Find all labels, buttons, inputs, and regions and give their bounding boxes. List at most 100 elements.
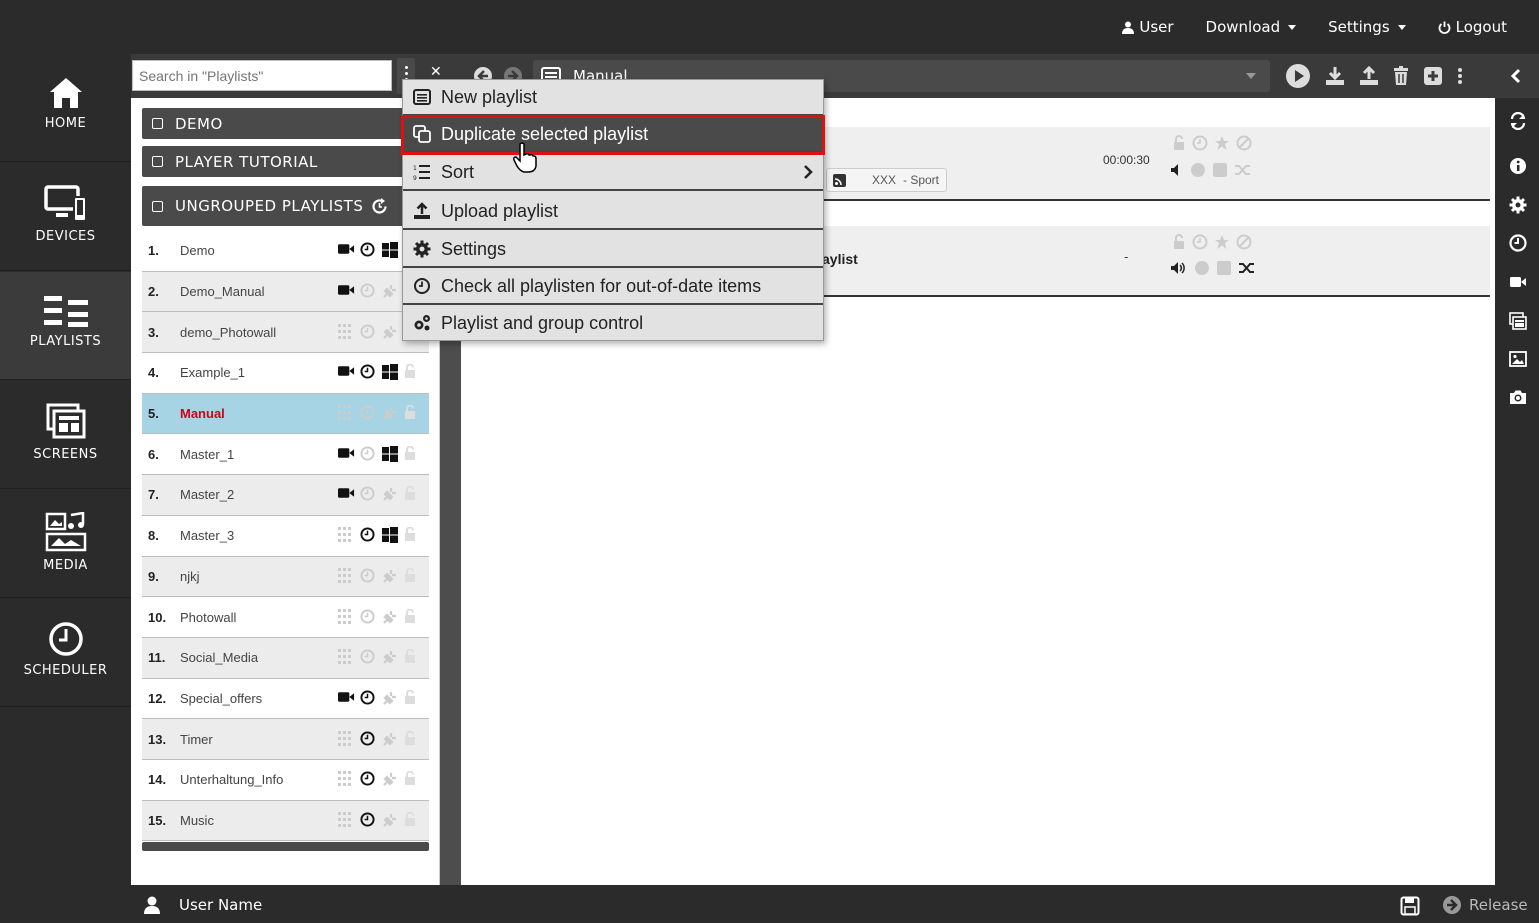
save-icon[interactable] — [1400, 896, 1420, 916]
video-camera-icon[interactable] — [338, 242, 355, 259]
lock-open-icon[interactable] — [404, 526, 421, 544]
ban-icon[interactable] — [1236, 135, 1252, 151]
settings-menu[interactable]: Settings — [1328, 18, 1406, 36]
user-menu[interactable]: User — [1122, 18, 1174, 36]
lock-open-icon[interactable] — [404, 770, 421, 788]
checkbox-icon[interactable] — [152, 200, 163, 212]
clock-icon[interactable] — [360, 242, 377, 259]
lock-open-icon[interactable] — [1172, 234, 1186, 250]
playlist-row[interactable]: 3. demo_Photowall — [142, 312, 429, 354]
checkbox-icon[interactable] — [152, 156, 163, 167]
plug-icon[interactable] — [382, 771, 399, 788]
more-vertical-icon[interactable] — [1457, 67, 1463, 85]
plug-icon[interactable] — [382, 568, 399, 585]
clock-icon[interactable] — [360, 486, 377, 503]
playlist-row[interactable]: 15. Music — [142, 800, 429, 842]
clock-icon[interactable] — [360, 771, 377, 788]
lock-open-icon[interactable] — [1172, 135, 1186, 151]
playlist-row[interactable]: 8. Master_3 — [142, 516, 429, 557]
group-player-tutorial[interactable]: PLAYER TUTORIAL — [142, 146, 429, 177]
grid-icon[interactable] — [338, 323, 355, 341]
nav-scheduler[interactable]: SCHEDULER — [0, 599, 131, 707]
video-camera-icon[interactable] — [338, 364, 355, 381]
lock-open-icon[interactable] — [404, 486, 421, 503]
plug-icon[interactable] — [382, 324, 399, 341]
clock-icon[interactable] — [360, 649, 377, 666]
clock-icon[interactable] — [360, 364, 377, 381]
clock-icon[interactable] — [1509, 234, 1527, 252]
release-button[interactable]: Release — [1442, 895, 1528, 915]
menu-upload-playlist[interactable]: Upload playlist — [403, 194, 823, 230]
plug-icon[interactable] — [382, 609, 399, 626]
playlist-row[interactable]: 2. Demo_Manual — [142, 271, 429, 313]
playlist-row[interactable]: 13. Timer — [142, 719, 429, 760]
lock-open-icon[interactable] — [404, 648, 421, 666]
star-icon[interactable] — [1214, 135, 1230, 151]
clock-icon[interactable] — [360, 731, 377, 748]
playlist-row[interactable]: 11. Social_Media — [142, 637, 429, 679]
plug-icon[interactable] — [382, 649, 399, 666]
windows-icon[interactable] — [382, 527, 399, 544]
plug-icon[interactable] — [382, 731, 399, 748]
menu-check-outdated[interactable]: Check all playlisten for out-of-date ite… — [403, 269, 823, 305]
plug-icon[interactable] — [382, 283, 399, 300]
nav-playlists[interactable]: PLAYLISTS — [0, 272, 131, 380]
windows-icon[interactable] — [382, 445, 399, 463]
grid-icon[interactable] — [338, 649, 355, 666]
download-icon[interactable] — [1325, 66, 1345, 86]
grid-icon[interactable] — [338, 811, 355, 829]
nav-home[interactable]: HOME — [0, 54, 131, 162]
clock-icon[interactable] — [360, 812, 377, 829]
info-icon[interactable] — [1509, 157, 1527, 175]
lock-open-icon[interactable] — [404, 608, 421, 626]
checkbox-icon[interactable] — [152, 118, 163, 129]
windows-icon[interactable] — [382, 364, 399, 381]
horizontal-scrollbar[interactable] — [142, 842, 429, 851]
playlist-row[interactable]: 1. Demo — [142, 231, 429, 272]
clock-icon[interactable] — [360, 405, 377, 422]
group-ungrouped[interactable]: UNGROUPED PLAYLISTS — [142, 186, 429, 226]
plug-icon[interactable] — [382, 812, 399, 829]
menu-settings[interactable]: Settings — [403, 232, 823, 268]
gear-icon[interactable] — [1509, 196, 1527, 214]
lock-open-icon[interactable] — [404, 567, 421, 585]
plug-icon[interactable] — [382, 690, 399, 707]
clock-icon[interactable] — [360, 609, 377, 626]
playlist-row-selected[interactable]: 5. Manual — [142, 393, 429, 435]
grid-icon[interactable] — [338, 527, 355, 544]
volume-high-icon[interactable] — [1170, 261, 1188, 275]
lock-open-icon[interactable] — [404, 811, 421, 829]
video-camera-icon[interactable] — [338, 446, 355, 463]
clock-icon[interactable] — [360, 446, 377, 463]
lock-open-icon[interactable] — [404, 689, 421, 707]
clock-icon[interactable] — [360, 690, 377, 707]
group-demo[interactable]: DEMO — [142, 108, 429, 139]
star-icon[interactable] — [1214, 234, 1230, 250]
nav-devices[interactable]: DEVICES — [0, 163, 131, 271]
play-icon[interactable] — [1285, 63, 1311, 89]
playlist-row[interactable]: 12. Special_offers — [142, 679, 429, 720]
playlist-row[interactable]: 14. Unterhaltung_Info — [142, 760, 429, 801]
video-camera-icon[interactable] — [338, 283, 355, 300]
counter-icon[interactable] — [1194, 260, 1210, 276]
add-icon[interactable] — [1423, 66, 1443, 86]
volume-low-icon[interactable] — [1170, 163, 1184, 177]
windows-icon[interactable] — [382, 242, 399, 259]
image-icon[interactable] — [1509, 350, 1527, 368]
ban-icon[interactable] — [1236, 234, 1252, 250]
grid-icon[interactable] — [338, 567, 355, 585]
clock-icon[interactable] — [360, 568, 377, 585]
upload-icon[interactable] — [1359, 66, 1379, 86]
screens-icon[interactable] — [1509, 312, 1527, 330]
playlist-row[interactable]: 10. Photowall — [142, 597, 429, 638]
lock-open-icon[interactable] — [404, 404, 421, 422]
menu-group-control[interactable]: Playlist and group control — [403, 305, 823, 341]
video-camera-icon[interactable] — [338, 690, 355, 707]
nav-media[interactable]: MEDIA — [0, 490, 131, 598]
lock-open-icon[interactable] — [404, 363, 421, 381]
clock-icon[interactable] — [360, 527, 377, 544]
clock-icon[interactable] — [360, 324, 377, 341]
nav-screens[interactable]: SCREENS — [0, 381, 131, 489]
playlist-row[interactable]: 6. Master_1 — [142, 434, 429, 476]
shuffle-icon[interactable] — [1238, 261, 1256, 275]
